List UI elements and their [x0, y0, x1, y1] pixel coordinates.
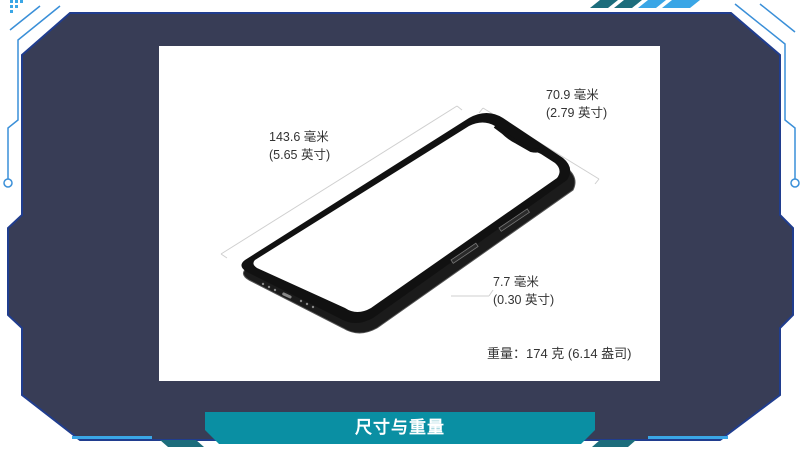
depth-metric: 7.7 毫米 — [493, 275, 539, 289]
length-imperial: (5.65 英寸) — [269, 148, 331, 162]
depth-label: 7.7 毫米 (0.30 英寸) — [493, 273, 554, 309]
length-label: 143.6 毫米 (5.65 英寸) — [269, 128, 330, 164]
width-label: 70.9 毫米 (2.79 英寸) — [546, 86, 607, 122]
length-metric: 143.6 毫米 — [269, 130, 329, 144]
weight-label: 重量：174 克 (6.14 盎司) — [487, 346, 632, 361]
depth-imperial: (0.30 英寸) — [493, 293, 555, 307]
circuit-node-right — [790, 178, 800, 188]
width-metric: 70.9 毫米 — [546, 88, 599, 102]
circuit-node-left — [3, 178, 13, 188]
caption-banner: 尺寸与重量 — [205, 412, 595, 444]
caption-title: 尺寸与重量 — [355, 418, 445, 437]
width-imperial: (2.79 英寸) — [546, 106, 608, 120]
product-diagram-panel: 143.6 毫米 (5.65 英寸) 70.9 毫米 (2.79 英寸) 7.7… — [159, 46, 660, 381]
dot-grid-icon — [10, 0, 23, 13]
stripe-decoration-top-right — [590, 0, 700, 8]
